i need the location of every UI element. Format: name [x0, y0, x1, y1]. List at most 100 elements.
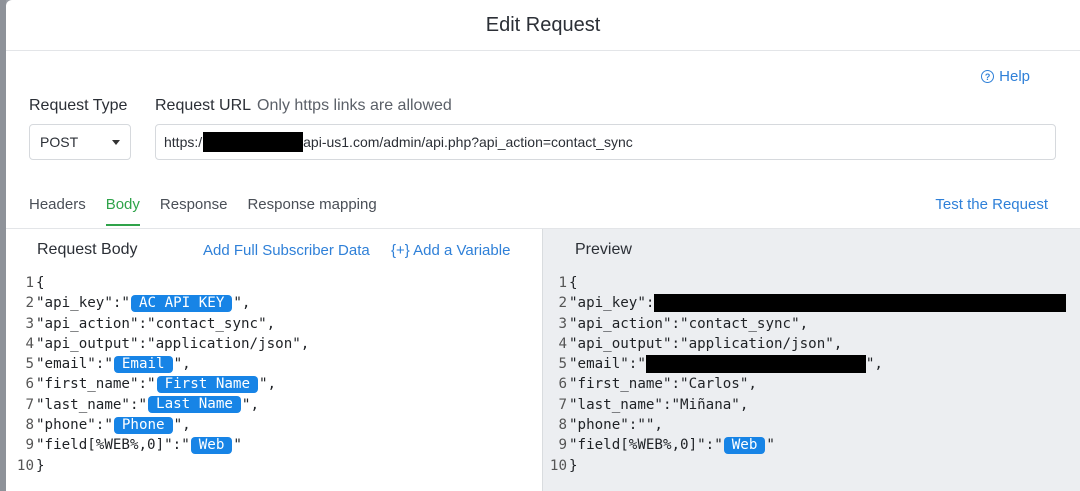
url-suffix: api-us1.com/admin/api.php?api_action=con… — [303, 134, 633, 150]
variable-chip[interactable]: AC API KEY — [130, 294, 233, 312]
code-text: "email":" — [569, 356, 646, 373]
code-line: 10} — [6, 456, 309, 476]
code-line: 4 "api_output":"application/json", — [6, 334, 309, 354]
code-text: ", — [241, 396, 260, 413]
redaction-box — [645, 355, 866, 374]
code-line: 3 "api_action":"contact_sync", — [6, 314, 309, 334]
tab-headers[interactable]: Headers — [29, 190, 86, 226]
caret-down-icon — [112, 139, 120, 145]
add-variable-link[interactable]: {+} Add a Variable — [391, 242, 510, 259]
request-url-input[interactable]: https:/ api-us1.com/admin/api.php?api_act… — [155, 124, 1056, 160]
code-line: 8 "phone":" Phone ", — [6, 415, 309, 435]
request-url-note: Only https links are allowed — [257, 97, 452, 114]
request-body-editor[interactable]: 1{2 "api_key":" AC API KEY ", 3 "api_action":… — [6, 273, 309, 476]
variable-chip[interactable]: First Name — [156, 376, 259, 394]
code-text: { — [569, 275, 578, 291]
preview-title: Preview — [575, 241, 632, 258]
line-number: 3 — [558, 315, 567, 332]
line-number: 8 — [25, 417, 34, 434]
line-number: 6 — [25, 376, 34, 393]
url-prefix: https:/ — [164, 134, 203, 150]
tab-body[interactable]: Body — [105, 190, 141, 226]
code-text: "api_action":"contact_sync", — [36, 315, 276, 332]
code-text: "api_key": — [569, 295, 655, 312]
code-text: "last_name":"Miñana", — [569, 396, 749, 413]
line-number: 2 — [25, 295, 34, 312]
code-text: } — [36, 457, 45, 474]
code-text: "first_name":" — [36, 376, 156, 393]
code-text: ", — [233, 295, 251, 312]
code-line: 10} — [543, 456, 1066, 476]
request-type-select[interactable]: POST — [29, 124, 131, 160]
variable-chip[interactable]: Web — [190, 437, 233, 455]
code-text: "field[%WEB%,0]":" — [569, 437, 723, 454]
line-number: 9 — [25, 437, 34, 454]
code-text: "api_action":"contact_sync", — [569, 315, 809, 332]
code-text: "email":" — [36, 356, 113, 373]
code-line: 6 "first_name":" First Name ", — [6, 374, 309, 394]
variable-chip[interactable]: Phone — [113, 416, 173, 434]
code-line: 3 "api_action":"contact_sync", — [543, 314, 1066, 334]
request-body-title: Request Body — [37, 241, 138, 258]
line-number: 1 — [558, 275, 567, 291]
line-number: 7 — [25, 396, 34, 413]
test-request-link[interactable]: Test the Request — [935, 196, 1048, 213]
code-text: ", — [173, 356, 191, 373]
request-url-label-text: Request URL — [155, 97, 252, 114]
edit-request-modal: Edit Request ? Help Request Type Request… — [6, 0, 1080, 491]
body-panels: Request Body Add Full Subscriber Data {+… — [6, 228, 1080, 491]
request-type-label: Request Type — [29, 97, 128, 114]
code-line: 7 "last_name":" Last Name ", — [6, 395, 309, 415]
code-line: 2 "api_key":" AC API KEY ", — [6, 293, 309, 313]
question-circle-icon: ? — [981, 70, 995, 83]
line-number: 8 — [558, 417, 567, 434]
code-line: 7 "last_name":"Miñana", — [543, 395, 1066, 415]
code-line: 9 "field[%WEB%,0]":" Web " — [543, 435, 1066, 455]
code-text: ", — [173, 417, 191, 434]
request-url-label: Request URL Only https links are allowed — [155, 97, 452, 115]
variable-chip[interactable]: Last Name — [148, 396, 241, 414]
preview-panel: Preview 1{2 "api_key": 3 "api_action":"cont… — [542, 229, 1080, 491]
line-number: 10 — [16, 457, 34, 474]
help-label: Help — [999, 68, 1030, 85]
code-text: " — [766, 437, 775, 454]
code-text: "phone":"", — [569, 417, 663, 434]
code-line: 6 "first_name":"Carlos", — [543, 374, 1066, 394]
tab-response-mapping[interactable]: Response mapping — [247, 190, 376, 226]
preview-code: 1{2 "api_key": 3 "api_action":"contact_sync… — [543, 273, 1067, 476]
variable-chip[interactable]: Email — [113, 355, 173, 373]
modal-title: Edit Request — [485, 13, 601, 36]
code-text: { — [36, 275, 45, 291]
redaction-box — [203, 132, 304, 152]
request-type-value: POST — [40, 134, 79, 150]
tab-response[interactable]: Response — [160, 190, 228, 226]
code-text: " — [233, 437, 242, 454]
line-number: 7 — [558, 396, 567, 413]
code-text: ", — [865, 356, 883, 373]
code-line: 1{ — [543, 273, 1066, 293]
line-number: 4 — [25, 335, 34, 352]
code-line: 5 "email":" Email ", — [6, 354, 309, 374]
variable-chip[interactable]: Web — [723, 437, 766, 455]
request-tabs: Headers Body Response Response mapping — [29, 190, 377, 226]
redaction-box — [654, 294, 1067, 313]
line-number: 4 — [558, 335, 567, 352]
code-text: "field[%WEB%,0]":" — [36, 437, 190, 454]
code-text: "phone":" — [36, 417, 113, 434]
code-line: 9 "field[%WEB%,0]":" Web " — [6, 435, 309, 455]
modal-header: Edit Request — [6, 0, 1080, 51]
line-number: 9 — [558, 437, 567, 454]
code-text: "api_key":" — [36, 295, 130, 312]
request-body-panel[interactable]: Request Body Add Full Subscriber Data {+… — [6, 229, 542, 491]
help-link[interactable]: ? Help — [981, 68, 1030, 85]
code-text: "api_output":"application/json", — [569, 335, 843, 352]
line-number: 5 — [558, 356, 567, 373]
line-number: 1 — [25, 275, 34, 291]
add-full-subscriber-data-link[interactable]: Add Full Subscriber Data — [203, 242, 370, 259]
code-line: 5 "email":" ", — [543, 354, 1066, 374]
code-text: } — [569, 457, 578, 474]
line-number: 2 — [558, 295, 567, 312]
code-line: 1{ — [6, 273, 309, 293]
line-number: 5 — [25, 356, 34, 373]
code-text: ", — [259, 376, 277, 393]
